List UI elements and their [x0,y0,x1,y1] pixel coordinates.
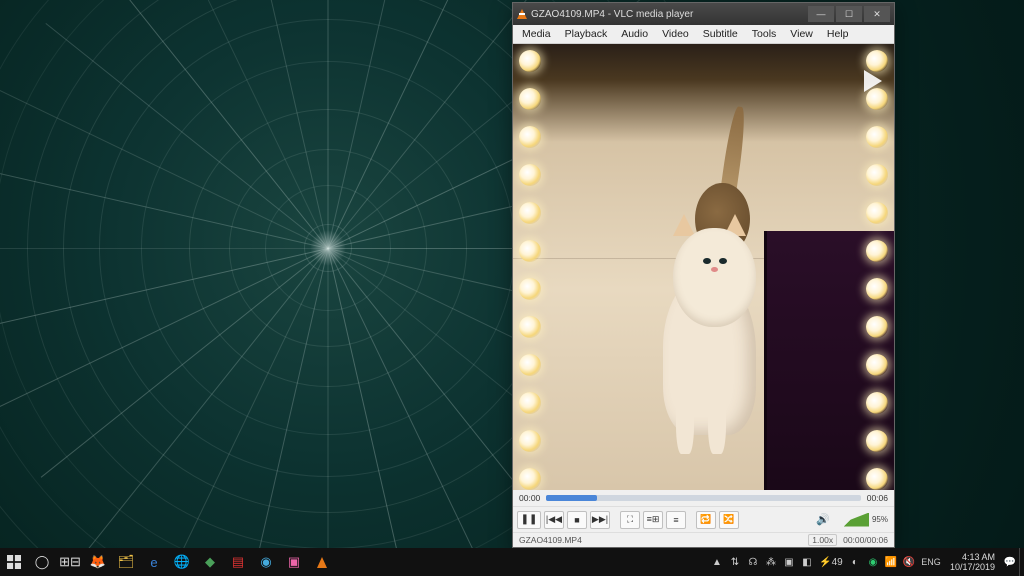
clock-date: 10/17/2019 [950,562,995,572]
speaker-icon[interactable]: 🔊 [816,513,830,526]
status-filename: GZAO4109.MP4 [519,535,582,545]
taskbar-app-generic2[interactable]: ◉ [252,548,280,576]
taskbar-app-edge[interactable]: e [140,548,168,576]
tray-volume-icon[interactable]: 🔇 [900,548,918,576]
menu-bar: Media Playback Audio Video Subtitle Tool… [513,25,894,44]
vlc-cone-icon [517,9,527,19]
tray-moon-icon[interactable]: ◐ [846,548,864,576]
playback-speed[interactable]: 1.00x [808,534,837,546]
tray-dot-icon[interactable]: ◉ [864,548,882,576]
previous-button[interactable]: |◀◀ [544,511,564,529]
fullscreen-button[interactable]: ⛶ [620,511,640,529]
video-subject-cat [631,178,791,455]
tray-language[interactable]: ENG [918,548,944,576]
windows-taskbar[interactable]: ◯ ⊞⊟ 🦊 🗂 e 🌐 ◆ ▤ ◉ ▣ ▲ ⇅ ☊ ⁂ ▣ ◧ ⚡49 ◐ ◉… [0,548,1024,576]
taskbar-app-chrome[interactable]: 🌐 [168,548,196,576]
next-button[interactable]: ▶▶| [590,511,610,529]
time-elapsed: 00:00 [519,493,540,503]
menu-video[interactable]: Video [655,27,696,41]
vlc-window[interactable]: GZAO4109.MP4 - VLC media player — ☐ ✕ Me… [512,2,895,548]
taskbar-clock[interactable]: 4:13 AM 10/17/2019 [944,552,1001,572]
tray-network-icon[interactable]: 📶 [882,548,900,576]
tray-dropbox-icon[interactable]: ⁂ [762,548,780,576]
menu-media[interactable]: Media [515,27,558,41]
desktop[interactable]: GZAO4109.MP4 - VLC media player — ☐ ✕ Me… [0,0,1024,576]
video-frame [513,44,894,490]
taskbar-app-generic3[interactable]: ▣ [280,548,308,576]
seek-bar-row: 00:00 00:06 [513,490,894,506]
status-bar: GZAO4109.MP4 1.00x 00:00/00:06 [513,532,894,547]
tray-overflow-icon[interactable]: ▲ [708,548,726,576]
tray-app-icon[interactable]: ▣ [780,548,798,576]
stop-button[interactable]: ■ [567,511,587,529]
menu-subtitle[interactable]: Subtitle [696,27,745,41]
extended-settings-button[interactable]: ≡⊞ [643,511,663,529]
menu-tools[interactable]: Tools [745,27,784,41]
time-total: 00:06 [867,493,888,503]
action-center-icon[interactable]: 💬 [1001,548,1019,576]
volume-percent: 95% [872,515,888,524]
vlc-titlebar[interactable]: GZAO4109.MP4 - VLC media player — ☐ ✕ [513,3,894,25]
taskbar-app-vlc[interactable] [308,548,336,576]
task-view-icon[interactable]: ⊞⊟ [56,548,84,576]
taskbar-app-pdf[interactable]: ▤ [224,548,252,576]
tray-display-icon[interactable]: ◧ [798,548,816,576]
taskbar-app-generic1[interactable]: ◆ [196,548,224,576]
maximize-button[interactable]: ☐ [836,6,862,22]
minimize-button[interactable]: — [808,6,834,22]
tray-sync-icon[interactable]: ⇅ [726,548,744,576]
menu-audio[interactable]: Audio [614,27,655,41]
play-overlay-icon [864,70,882,92]
video-output[interactable] [513,44,894,490]
start-button[interactable] [0,548,28,576]
taskbar-app-explorer[interactable]: 🗂 [112,548,140,576]
menu-help[interactable]: Help [820,27,856,41]
cortana-search-icon[interactable]: ◯ [28,548,56,576]
volume-slider[interactable] [833,513,869,527]
shuffle-button[interactable]: 🔀 [719,511,739,529]
close-button[interactable]: ✕ [864,6,890,22]
seek-slider[interactable] [546,495,860,501]
tray-battery-icon[interactable]: ⚡49 [816,548,846,576]
clock-time: 4:13 AM [962,552,995,562]
tray-headset-icon[interactable]: ☊ [744,548,762,576]
playlist-button[interactable]: ≡ [666,511,686,529]
loop-button[interactable]: 🔁 [696,511,716,529]
menu-view[interactable]: View [783,27,820,41]
window-title: GZAO4109.MP4 - VLC media player [531,9,804,20]
playback-controls: ❚❚ |◀◀ ■ ▶▶| ⛶ ≡⊞ ≡ 🔁 🔀 🔊 95% [513,506,894,532]
play-pause-button[interactable]: ❚❚ [517,511,541,529]
menu-playback[interactable]: Playback [558,27,615,41]
show-desktop-peek[interactable] [1019,548,1024,576]
status-position: 00:00/00:06 [843,535,888,545]
taskbar-app-browser[interactable]: 🦊 [84,548,112,576]
